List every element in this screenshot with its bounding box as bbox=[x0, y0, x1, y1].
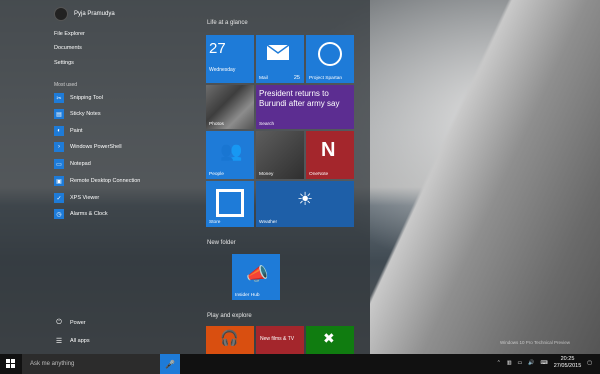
app-label: Alarms & Clock bbox=[70, 211, 108, 217]
tile-store[interactable]: Store bbox=[206, 181, 254, 227]
power-icon: ⏻ bbox=[56, 319, 62, 326]
clock[interactable]: 20:25 27/05/2015 bbox=[554, 356, 582, 370]
chevron-up-icon[interactable]: ⌃ bbox=[497, 360, 501, 366]
app-powershell[interactable]: › Windows PowerShell bbox=[54, 140, 122, 154]
tile-label: Money bbox=[259, 172, 274, 177]
battery-icon[interactable]: ▭ bbox=[518, 360, 523, 366]
app-paint[interactable]: ◐ Paint bbox=[54, 124, 83, 138]
tile-label: New films & TV bbox=[260, 336, 295, 342]
globe-icon bbox=[318, 42, 342, 66]
clock-icon: ◷ bbox=[54, 209, 64, 219]
all-apps-button[interactable]: ☰ All apps bbox=[54, 336, 90, 346]
tile-label: OneNote bbox=[309, 172, 329, 177]
notepad-icon: ▭ bbox=[54, 159, 64, 169]
scissors-icon: ✂ bbox=[54, 93, 64, 103]
tile-area: Life at a glance 27 Wednesday Mail 25 Pr… bbox=[206, 0, 376, 354]
people-icon: 👥 bbox=[220, 141, 243, 161]
mail-icon bbox=[266, 44, 290, 60]
app-remote-desktop[interactable]: ▣ Remote Desktop Connection bbox=[54, 174, 140, 188]
place-file-explorer[interactable]: File Explorer bbox=[54, 31, 85, 37]
tile-music[interactable]: 🎧 bbox=[206, 326, 254, 354]
tile-label: Insider Hub bbox=[235, 293, 260, 298]
document-icon: ✓ bbox=[54, 193, 64, 203]
app-label: Notepad bbox=[70, 161, 91, 167]
start-button[interactable] bbox=[6, 359, 16, 369]
taskbar: Ask me anything 🎤 ⌃ ▥ ▭ 🔊 ⌨ 20:25 27/05/… bbox=[0, 354, 600, 374]
tile-label: Store bbox=[209, 220, 221, 225]
group-play-and-explore: Play and explore bbox=[207, 313, 252, 319]
app-snipping-tool[interactable]: ✂ Snipping Tool bbox=[54, 91, 103, 105]
xbox-icon: ✖ bbox=[323, 330, 335, 346]
tile-label: Weather bbox=[259, 220, 278, 225]
wallpaper-wave-wall bbox=[370, 0, 600, 354]
start-menu: Pyja Pramudya File Explorer Documents Se… bbox=[0, 0, 370, 354]
system-tray: ⌃ ▥ ▭ 🔊 ⌨ 20:25 27/05/2015 ▢ bbox=[497, 356, 592, 370]
tile-insider-hub[interactable]: 📣 Insider Hub bbox=[232, 254, 280, 300]
note-icon: ▤ bbox=[54, 109, 64, 119]
tile-label: Project Spartan bbox=[309, 76, 343, 81]
notification-icon[interactable]: ▢ bbox=[587, 360, 592, 366]
news-headline: President returns to Burundi after army … bbox=[259, 89, 340, 108]
calendar-weekday: Wednesday bbox=[209, 67, 236, 73]
most-used-heading: Most used bbox=[54, 82, 78, 88]
megaphone-icon: 📣 bbox=[246, 264, 269, 284]
tile-label: Search bbox=[259, 122, 275, 127]
terminal-icon: › bbox=[54, 142, 64, 152]
app-label: Sticky Notes bbox=[70, 111, 101, 117]
remote-desktop-icon: ▣ bbox=[54, 176, 64, 186]
all-apps-label: All apps bbox=[70, 338, 90, 344]
app-label: Snipping Tool bbox=[70, 95, 103, 101]
app-notepad[interactable]: ▭ Notepad bbox=[54, 157, 91, 171]
place-documents[interactable]: Documents bbox=[54, 45, 82, 51]
power-label: Power bbox=[70, 320, 86, 326]
tile-label: Mail bbox=[259, 76, 268, 81]
search-placeholder: Ask me anything bbox=[30, 361, 75, 367]
tile-label: Photos bbox=[209, 122, 224, 127]
app-label: XPS Viewer bbox=[70, 195, 100, 201]
tile-money[interactable]: Money bbox=[256, 131, 304, 179]
network-icon[interactable]: ▥ bbox=[507, 360, 512, 366]
tile-xbox[interactable]: ✖ bbox=[306, 326, 354, 354]
tile-mail[interactable]: Mail 25 bbox=[256, 35, 304, 83]
volume-icon[interactable]: 🔊 bbox=[528, 360, 534, 366]
headphones-icon: 🎧 bbox=[220, 330, 239, 347]
tile-onenote[interactable]: N OneNote bbox=[306, 131, 354, 179]
start-left-pane: Pyja Pramudya File Explorer Documents Se… bbox=[0, 0, 200, 354]
tile-label: People bbox=[209, 172, 224, 177]
tile-people[interactable]: 👥 People bbox=[206, 131, 254, 179]
power-button[interactable]: ⏻ Power bbox=[54, 318, 86, 328]
sun-icon: ☀ bbox=[297, 189, 314, 209]
onenote-icon: N bbox=[321, 139, 336, 161]
search-box[interactable]: Ask me anything bbox=[22, 354, 180, 374]
tile-photos[interactable]: Photos bbox=[206, 85, 254, 129]
app-label: Remote Desktop Connection bbox=[70, 178, 141, 184]
avatar bbox=[54, 7, 68, 21]
user-name: Pyja Pramudya bbox=[74, 11, 115, 17]
clock-time: 20:25 bbox=[560, 356, 575, 362]
place-settings[interactable]: Settings bbox=[54, 60, 74, 66]
tile-calendar[interactable]: 27 Wednesday bbox=[206, 35, 254, 83]
all-apps-icon: ☰ bbox=[55, 338, 63, 345]
app-alarms-clock[interactable]: ◷ Alarms & Clock bbox=[54, 207, 108, 221]
calendar-day: 27 bbox=[209, 40, 226, 57]
mail-count: 25 bbox=[293, 75, 300, 81]
clock-date: 27/05/2015 bbox=[553, 363, 582, 369]
tile-weather[interactable]: ☀ Weather bbox=[256, 181, 354, 227]
group-new-folder: New folder bbox=[207, 240, 236, 246]
tile-project-spartan[interactable]: Project Spartan bbox=[306, 35, 354, 83]
user-account[interactable]: Pyja Pramudya bbox=[54, 7, 115, 21]
store-icon bbox=[216, 189, 244, 217]
app-label: Windows PowerShell bbox=[70, 144, 122, 150]
app-label: Paint bbox=[70, 128, 83, 134]
tile-films-tv[interactable]: New films & TV bbox=[256, 326, 304, 354]
tile-news[interactable]: President returns to Burundi after army … bbox=[256, 85, 354, 129]
build-watermark: Windows 10 Pro Technical Preview bbox=[500, 340, 570, 345]
app-xps-viewer[interactable]: ✓ XPS Viewer bbox=[54, 191, 99, 205]
group-life-at-a-glance: Life at a glance bbox=[207, 20, 248, 26]
palette-icon: ◐ bbox=[54, 126, 64, 136]
app-sticky-notes[interactable]: ▤ Sticky Notes bbox=[54, 107, 101, 121]
keyboard-icon[interactable]: ⌨ bbox=[541, 360, 548, 366]
microphone-icon[interactable]: 🎤 bbox=[160, 354, 180, 374]
